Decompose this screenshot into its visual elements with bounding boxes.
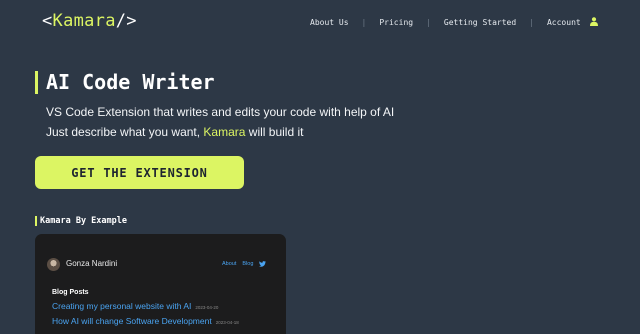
user-icon xyxy=(589,17,598,26)
examples-section-label: Kamara By Example xyxy=(35,216,127,226)
blog-post-date: 2023-04-20 xyxy=(195,305,219,310)
logo-close: /> xyxy=(115,11,137,31)
hero-line2-suffix: will build it xyxy=(248,125,304,139)
card-nav-blog[interactable]: Blog xyxy=(242,261,253,267)
card-nav: About Blog xyxy=(222,261,267,267)
logo-open: < xyxy=(42,11,53,31)
nav-getting-started[interactable]: Getting Started xyxy=(444,18,516,27)
get-extension-button[interactable]: GET THE EXTENSION xyxy=(35,156,244,189)
nav-pricing[interactable]: Pricing xyxy=(379,18,413,27)
author-name: Gonza Nardini xyxy=(66,259,118,268)
nav-account[interactable]: Account xyxy=(547,17,598,27)
twitter-icon[interactable] xyxy=(259,261,267,267)
hero-subtitle-line1: VS Code Extension that writes and edits … xyxy=(46,105,395,119)
nav-about-us[interactable]: About Us xyxy=(310,18,349,27)
blog-post-title[interactable]: How AI will change Software Development xyxy=(52,316,212,326)
hero-subtitle-line2: Just describe what you want, Kamara will… xyxy=(46,122,394,142)
top-nav: About Us | Pricing | Getting Started | A… xyxy=(310,17,598,27)
blog-post-title[interactable]: Creating my personal website with AI xyxy=(52,301,191,311)
nav-separator: | xyxy=(361,17,367,27)
blog-post-item[interactable]: Creating my personal website with AI 202… xyxy=(52,301,218,311)
blog-posts-heading: Blog Posts xyxy=(52,289,89,296)
blog-post-item[interactable]: How AI will change Software Development … xyxy=(52,316,239,326)
nav-account-label: Account xyxy=(546,18,581,27)
nav-separator: | xyxy=(529,17,534,27)
hero-title: AI Code Writer xyxy=(35,71,215,94)
hero-line2-prefix: Just describe what you want, xyxy=(46,125,201,139)
hero-line2-brand: Kamara xyxy=(203,125,246,139)
hero-subtitle: VS Code Extension that writes and edits … xyxy=(46,102,394,142)
logo-brand: Kamara xyxy=(52,11,116,31)
card-nav-about[interactable]: About xyxy=(222,261,236,267)
avatar xyxy=(47,258,60,271)
blog-post-date: 2023-04-18 xyxy=(215,320,239,325)
logo[interactable]: <Kamara/> xyxy=(42,11,137,31)
example-preview-card[interactable]: Gonza Nardini About Blog Blog Posts Crea… xyxy=(35,234,286,334)
nav-separator: | xyxy=(426,17,431,27)
